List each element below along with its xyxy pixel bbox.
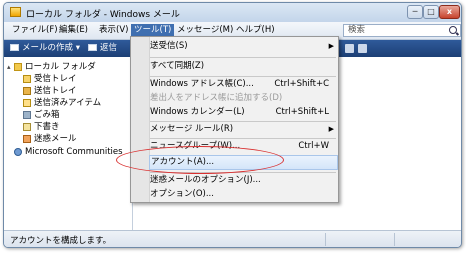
new-mail-label: メールの作成 ▾: [22, 43, 80, 53]
new-mail-icon: [10, 44, 19, 51]
shortcut-label: Ctrl+Shift+C: [274, 79, 329, 89]
window-title: ローカル フォルダ - Windows メール: [26, 10, 180, 20]
communities-icon: [14, 147, 22, 156]
folder-icon: [14, 62, 22, 71]
menu-item-message-rules[interactable]: メッセージ ルール(R) ▶: [150, 122, 337, 137]
status-divider: [394, 233, 395, 246]
menu-gutter: [131, 37, 150, 202]
tree-item-junk[interactable]: 迷惑メール: [23, 133, 77, 145]
status-divider: [325, 233, 326, 246]
tree-item-trash[interactable]: ごみ箱: [23, 109, 60, 121]
tree-item-label: ごみ箱: [34, 110, 60, 120]
drafts-icon: [23, 122, 31, 131]
search-input[interactable]: 検索: [343, 24, 461, 37]
new-mail-button[interactable]: メールの作成 ▾: [10, 42, 80, 55]
status-text: アカウントを構成します。: [10, 236, 112, 246]
highlight-ellipse: [116, 146, 284, 174]
status-bar: アカウントを構成します。: [4, 230, 461, 247]
menu-item-label: オプション(O)...: [150, 189, 214, 199]
tree-item-label: 下書き: [34, 122, 60, 132]
minimize-button[interactable]: ─: [407, 5, 423, 19]
menu-item-sync-all[interactable]: すべて同期(Z): [150, 59, 337, 74]
menu-item-add-sender: 差出人をアドレス帳に追加する(D): [150, 91, 337, 106]
menu-item-calendar[interactable]: Windows カレンダー(L) Ctrl+Shift+L: [150, 105, 337, 120]
menu-item-options[interactable]: オプション(O)...: [150, 187, 337, 202]
tree-item-label: 送信トレイ: [34, 86, 77, 96]
inbox-icon: [23, 74, 31, 83]
tree-item-sent[interactable]: 送信済みアイテム: [23, 97, 101, 109]
tree-item-local-folders[interactable]: ▴ ローカル フォルダ: [7, 61, 96, 73]
menu-file[interactable]: ファイル(F): [9, 24, 61, 37]
menu-item-label: すべて同期(Z): [150, 61, 205, 71]
tree-item-inbox[interactable]: 受信トレイ: [23, 73, 77, 85]
collapse-icon[interactable]: ▴: [7, 61, 14, 73]
submenu-arrow-icon: ▶: [328, 125, 334, 133]
menu-view[interactable]: 表示(V): [96, 24, 131, 37]
menu-separator: [150, 57, 336, 58]
menu-item-label: 送受信(S): [150, 41, 188, 51]
reply-button[interactable]: 返信: [88, 42, 117, 55]
menu-item-label: 差出人をアドレス帳に追加する(D): [150, 93, 283, 103]
menu-item-junk-options[interactable]: 迷惑メールのオプション(J)...: [150, 173, 337, 188]
reply-label: 返信: [100, 43, 118, 53]
folder-pane: ▴ ローカル フォルダ 受信トレイ 送信トレイ 送信済みアイテム ごみ箱 下書き …: [4, 57, 133, 230]
search-icon[interactable]: [449, 26, 457, 34]
submenu-arrow-icon: ▶: [328, 42, 334, 50]
trash-icon: [23, 110, 31, 119]
menu-item-label: Windows アドレス帳(C)...: [150, 79, 254, 89]
menu-item-send-receive[interactable]: 送受信(S) ▶: [150, 39, 337, 54]
title-bar: ローカル フォルダ - Windows メール ─ □ x: [4, 3, 461, 22]
menu-edit[interactable]: 編集(E): [56, 24, 91, 37]
sent-items-icon: [23, 98, 31, 107]
outbox-icon: [23, 86, 31, 95]
search-placeholder: 検索: [348, 25, 366, 35]
tree-item-outbox[interactable]: 送信トレイ: [23, 85, 77, 97]
tree-item-label: Microsoft Communities: [25, 147, 123, 157]
toolbar-icon-1[interactable]: [345, 44, 354, 53]
menu-item-label: メッセージ ルール(R): [150, 124, 234, 134]
reply-icon: [88, 44, 97, 51]
tree-item-label: 受信トレイ: [34, 74, 77, 84]
tree-item-label: 送信済みアイテム: [34, 98, 102, 108]
menu-item-label: Windows カレンダー(L): [150, 107, 245, 117]
tree-item-drafts[interactable]: 下書き: [23, 121, 60, 133]
maximize-button[interactable]: □: [423, 5, 439, 19]
tools-menu-dropdown: 送受信(S) ▶ すべて同期(Z) Windows アドレス帳(C)... Ctrl…: [130, 36, 339, 203]
close-button[interactable]: x: [439, 5, 460, 19]
shortcut-label: Ctrl+Shift+L: [275, 107, 329, 117]
tree-item-label: 迷惑メール: [34, 134, 77, 144]
menu-item-label: 迷惑メールのオプション(J)...: [150, 175, 261, 185]
windows-mail-icon: [10, 7, 21, 17]
shortcut-label: Ctrl+W: [298, 141, 329, 151]
junk-mail-icon: [23, 134, 31, 143]
tree-item-communities[interactable]: Microsoft Communities: [14, 146, 123, 158]
menu-item-address-book[interactable]: Windows アドレス帳(C)... Ctrl+Shift+C: [150, 77, 337, 92]
toolbar-icon-2[interactable]: [358, 44, 367, 53]
tree-item-label: ローカル フォルダ: [25, 62, 96, 72]
